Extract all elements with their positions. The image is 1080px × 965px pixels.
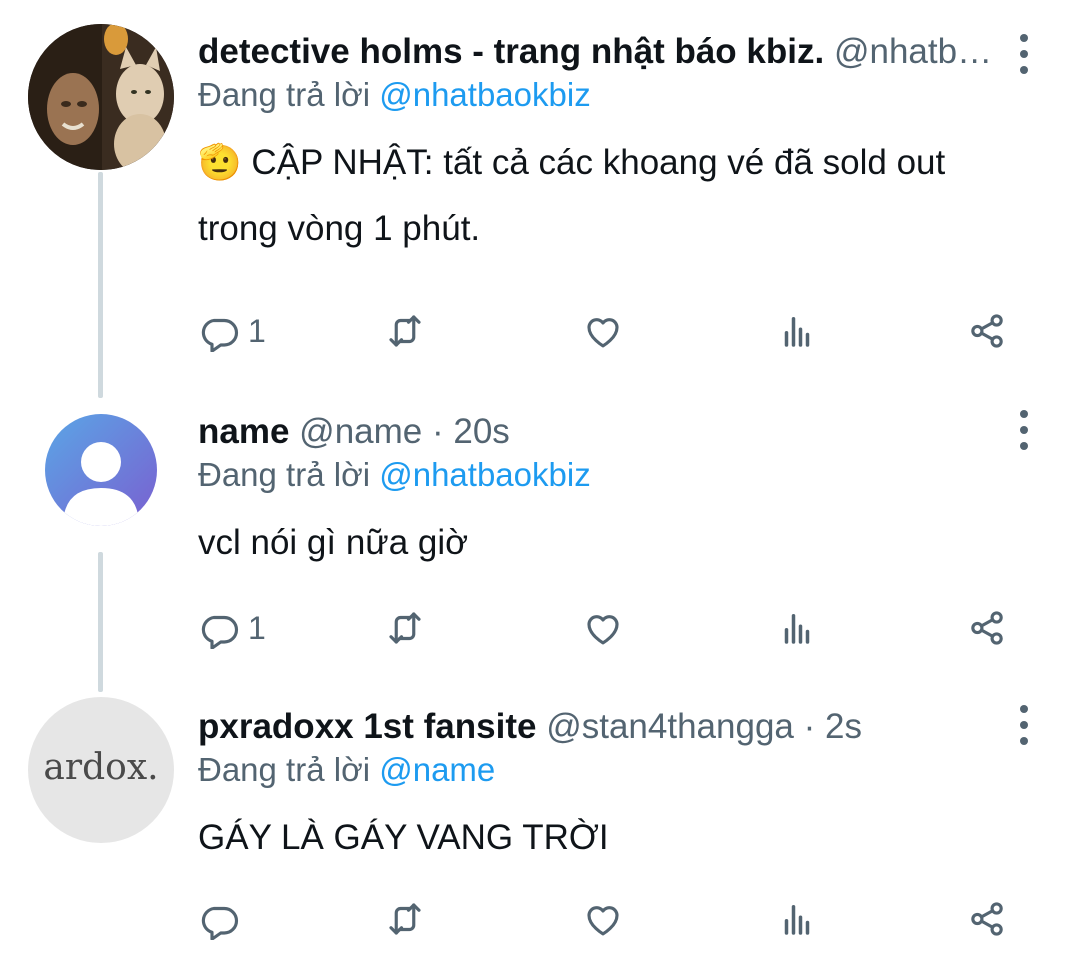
mention-link[interactable]: @nhatbaokbiz	[379, 76, 590, 113]
like-button[interactable]	[582, 306, 624, 356]
tweet-text: vcl nói gì nữa giờ	[198, 523, 469, 562]
display-name[interactable]: pxradoxx 1st fansite	[198, 707, 536, 746]
reply-icon	[201, 615, 239, 649]
more-options-icon[interactable]	[1012, 705, 1036, 745]
user-handle[interactable]: @name	[299, 412, 422, 451]
replying-to: Đang trả lời @name	[198, 749, 1010, 791]
reply-icon	[201, 318, 239, 352]
photo-avatar[interactable]	[28, 24, 174, 170]
tweet-text: 🫡 CẬP NHẬT: tất cả các khoang vé đã sold…	[198, 130, 1010, 262]
retweet-icon	[389, 315, 421, 347]
share-button[interactable]	[966, 894, 1008, 944]
views-button[interactable]	[776, 894, 818, 944]
bar-chart-icon	[784, 317, 810, 347]
reply-icon	[201, 906, 239, 940]
replying-to-label: Đang trả lời	[198, 76, 371, 113]
retweet-button[interactable]	[384, 894, 426, 944]
heart-icon	[587, 615, 619, 645]
more-options-icon[interactable]	[1012, 410, 1036, 450]
mention-link[interactable]: @name	[379, 751, 495, 788]
default-user-avatar[interactable]	[45, 414, 157, 526]
replying-to: Đang trả lời @nhatbaokbiz	[198, 454, 1010, 496]
replying-to-label: Đang trả lời	[198, 456, 371, 493]
tweet-text-content: CẬP NHẬT: tất cả các khoang vé đã sold o…	[198, 143, 946, 248]
tweet[interactable]: detective holms - trang nhật báo kbiz. @…	[0, 0, 1080, 400]
views-button[interactable]	[776, 306, 818, 356]
share-button[interactable]	[966, 306, 1008, 356]
user-handle[interactable]: @stan4thangga	[546, 707, 794, 746]
views-button[interactable]	[776, 603, 818, 653]
more-options-icon[interactable]	[1012, 34, 1036, 74]
retweet-button[interactable]	[384, 603, 426, 653]
replying-to-label: Đang trả lời	[198, 751, 371, 788]
bar-chart-icon	[784, 614, 810, 644]
display-name[interactable]: name	[198, 412, 289, 451]
retweet-icon	[389, 903, 421, 935]
retweet-button[interactable]	[384, 306, 426, 356]
saluting-face-emoji: 🫡	[198, 143, 242, 182]
heart-icon	[587, 318, 619, 348]
reply-button[interactable]: 1	[198, 306, 266, 356]
timestamp[interactable]: · 2s	[804, 707, 862, 746]
share-icon	[971, 611, 1003, 645]
share-icon	[971, 902, 1003, 936]
retweet-icon	[389, 612, 421, 644]
bar-chart-icon	[784, 905, 810, 935]
user-handle[interactable]: @nhatb…	[834, 32, 992, 71]
mention-link[interactable]: @nhatbaokbiz	[379, 456, 590, 493]
reply-count: 1	[248, 609, 266, 646]
timestamp[interactable]: · 20s	[432, 412, 510, 451]
like-button[interactable]	[582, 603, 624, 653]
like-button[interactable]	[582, 894, 624, 944]
display-name[interactable]: detective holms - trang nhật báo kbiz.	[198, 32, 824, 71]
heart-icon	[587, 906, 619, 936]
logo-avatar[interactable]: ardox.	[28, 697, 174, 843]
reply-button[interactable]: 1	[198, 603, 266, 653]
share-icon	[971, 314, 1003, 348]
logo-avatar-text: ardox.	[43, 747, 159, 788]
reply-button[interactable]	[198, 894, 248, 944]
share-button[interactable]	[966, 603, 1008, 653]
reply-count: 1	[248, 312, 266, 349]
tweet-text: GÁY LÀ GÁY VANG TRỜI	[198, 818, 609, 857]
tweet[interactable]: name @name · 20s Đang trả lời @nhatbaokb…	[0, 400, 1080, 695]
tweet[interactable]: ardox. pxradoxx 1st fansite @stan4thangg…	[0, 695, 1080, 965]
replying-to: Đang trả lời @nhatbaokbiz	[198, 74, 1010, 116]
